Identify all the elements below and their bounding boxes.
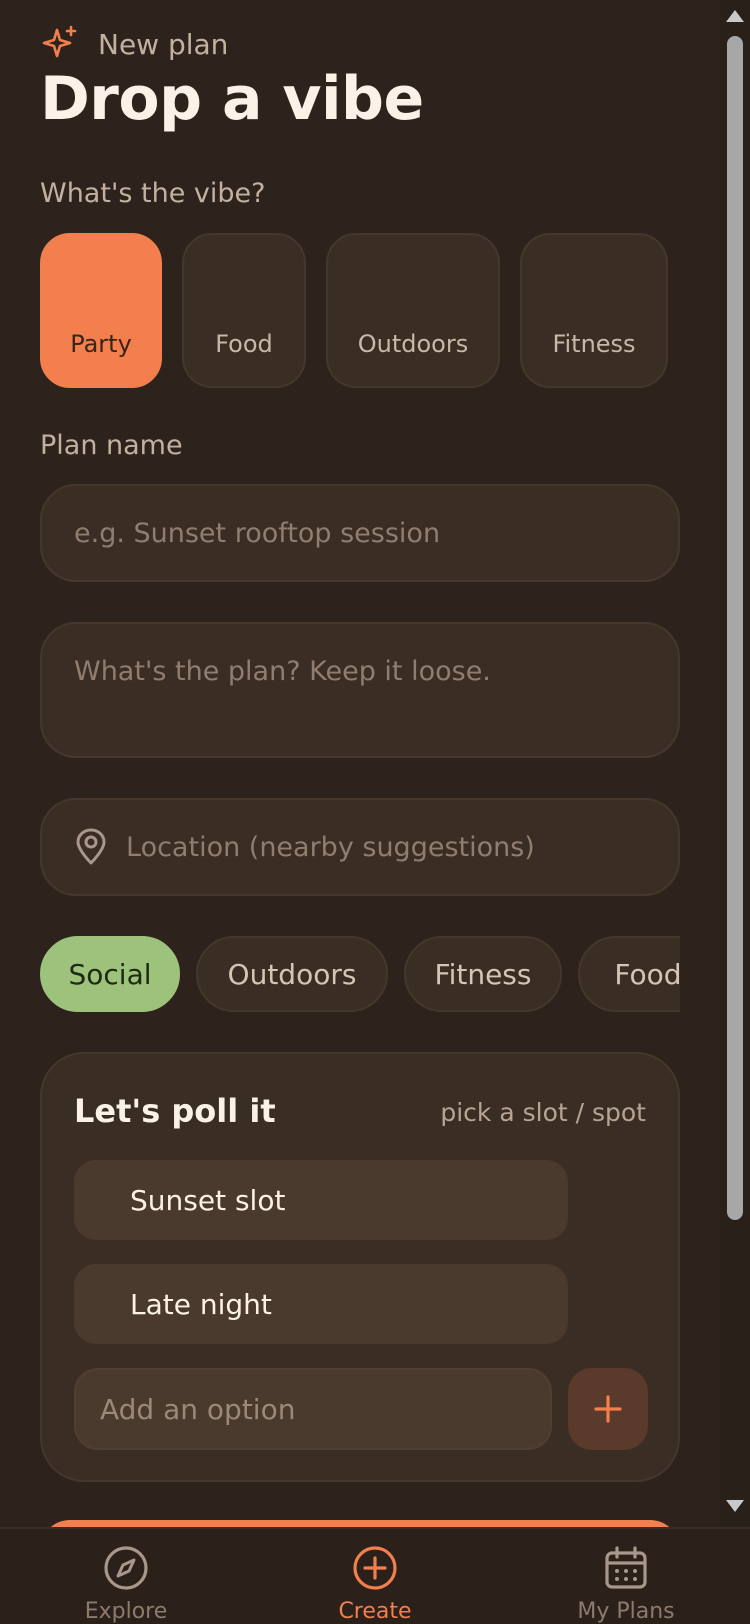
scrollbar[interactable] bbox=[720, 0, 750, 1527]
tab-create[interactable]: Create bbox=[295, 1545, 455, 1624]
description-textarea[interactable] bbox=[40, 622, 680, 758]
tag-chip-label: Food bbox=[614, 957, 680, 991]
location-input[interactable] bbox=[40, 798, 680, 896]
poll-card: Let's poll it pick a slot / spot Sunset … bbox=[40, 1052, 680, 1482]
tab-label: Explore bbox=[84, 1599, 168, 1624]
poll-hint: pick a slot / spot bbox=[440, 1098, 646, 1127]
poll-option-late-night[interactable]: Late night bbox=[74, 1264, 568, 1344]
tag-chip-row: Social Outdoors Fitness Food bbox=[40, 936, 680, 1012]
sparkle-icon bbox=[42, 25, 77, 58]
vibe-option-food[interactable]: Food bbox=[182, 233, 306, 388]
tag-chip-fitness[interactable]: Fitness bbox=[404, 936, 562, 1012]
vibe-option-party[interactable]: Party bbox=[40, 233, 162, 388]
poll-option-sunset-slot[interactable]: Sunset slot bbox=[74, 1160, 568, 1240]
location-field bbox=[40, 798, 680, 896]
scroll-up-arrow[interactable] bbox=[726, 10, 744, 22]
tag-chip-outdoors[interactable]: Outdoors bbox=[196, 936, 388, 1012]
location-pin-icon bbox=[76, 828, 106, 865]
vibe-option-label: Fitness bbox=[552, 330, 636, 358]
vibe-option-label: Food bbox=[215, 330, 273, 358]
poll-title: Let's poll it bbox=[74, 1092, 276, 1130]
scroll-thumb[interactable] bbox=[727, 36, 743, 1220]
add-option-button[interactable] bbox=[568, 1368, 648, 1450]
tab-label: My Plans bbox=[577, 1599, 675, 1624]
tag-chip-label: Fitness bbox=[434, 957, 532, 991]
scroll-content: New plan Drop a vibe What's the vibe? Pa… bbox=[0, 0, 720, 1624]
create-plan-screen: New plan Drop a vibe What's the vibe? Pa… bbox=[0, 0, 750, 1624]
eyebrow: New plan bbox=[40, 24, 228, 64]
add-option-input[interactable] bbox=[74, 1368, 552, 1450]
plan-name-label: Plan name bbox=[40, 430, 183, 461]
bottom-tab-bar: Explore Create My Plans bbox=[0, 1527, 750, 1624]
compass-icon bbox=[104, 1546, 148, 1590]
poll-option-label: Late night bbox=[130, 1287, 272, 1321]
tab-label: Create bbox=[338, 1599, 412, 1624]
plus-circle-icon bbox=[353, 1546, 397, 1590]
tag-chip-food[interactable]: Food bbox=[578, 936, 680, 1012]
tag-chip-label: Social bbox=[68, 957, 152, 991]
vibe-option-fitness[interactable]: Fitness bbox=[520, 233, 668, 388]
calendar-icon bbox=[605, 1546, 647, 1589]
vibe-option-label: Outdoors bbox=[357, 330, 469, 358]
page-title: Drop a vibe bbox=[40, 64, 424, 134]
vibe-option-label: Party bbox=[70, 330, 132, 358]
eyebrow-text: New plan bbox=[98, 27, 229, 61]
vibe-option-outdoors[interactable]: Outdoors bbox=[326, 233, 500, 388]
tag-chip-social[interactable]: Social bbox=[40, 936, 180, 1012]
tab-explore[interactable]: Explore bbox=[46, 1545, 206, 1624]
plus-icon bbox=[594, 1395, 622, 1423]
plan-name-input[interactable] bbox=[40, 484, 680, 582]
scroll-down-arrow[interactable] bbox=[726, 1500, 744, 1512]
tag-chip-label: Outdoors bbox=[227, 957, 357, 991]
vibe-label: What's the vibe? bbox=[40, 178, 266, 209]
poll-option-label: Sunset slot bbox=[130, 1183, 286, 1217]
tab-my-plans[interactable]: My Plans bbox=[546, 1545, 706, 1624]
